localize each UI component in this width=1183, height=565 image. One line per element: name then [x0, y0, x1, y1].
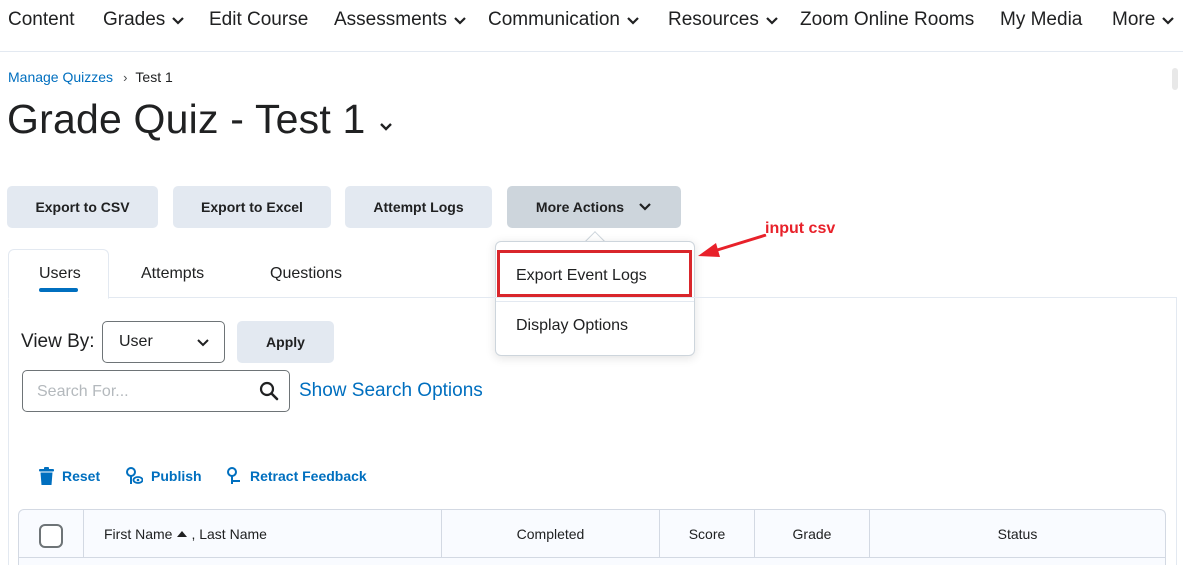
- column-header-name[interactable]: First Name , Last Name: [84, 510, 442, 558]
- apply-button[interactable]: Apply: [237, 321, 334, 363]
- column-header-score[interactable]: Score: [660, 510, 755, 558]
- nav-label: Resources: [668, 9, 759, 30]
- chevron-down-icon: [172, 17, 185, 25]
- select-value: User: [119, 333, 153, 350]
- view-by-select[interactable]: User: [102, 321, 225, 363]
- nav-zoom-online-rooms[interactable]: Zoom Online Rooms: [800, 9, 974, 31]
- nav-content[interactable]: Content: [8, 9, 75, 31]
- search-input[interactable]: [37, 381, 257, 403]
- column-label-last-name[interactable]: , Last Name: [191, 526, 266, 542]
- search-box: [22, 370, 290, 412]
- nav-edit-course[interactable]: Edit Course: [209, 9, 308, 31]
- nav-label: Assessments: [334, 9, 447, 30]
- nav-grades[interactable]: Grades: [103, 9, 185, 31]
- column-label-first-name[interactable]: First Name: [104, 526, 172, 542]
- export-to-excel-button[interactable]: Export to Excel: [173, 186, 331, 228]
- column-header-completed[interactable]: Completed: [442, 510, 660, 558]
- column-label: Status: [997, 526, 1038, 542]
- chevron-down-icon: [454, 17, 466, 25]
- nav-my-media[interactable]: My Media: [1000, 9, 1082, 31]
- page-title: Grade Quiz - Test 1: [7, 96, 366, 142]
- tab-users[interactable]: Users: [39, 265, 81, 283]
- more-actions-button[interactable]: More Actions: [507, 186, 681, 228]
- annotation-arrow-icon: [698, 233, 767, 257]
- column-label: Score: [688, 526, 726, 542]
- export-to-csv-button[interactable]: Export to CSV: [7, 186, 158, 228]
- button-label: Apply: [266, 334, 305, 350]
- nav-label: More: [1112, 9, 1156, 30]
- nav-assessments[interactable]: Assessments: [334, 9, 467, 31]
- retract-feedback-action[interactable]: Retract Feedback: [226, 467, 367, 485]
- column-header-status[interactable]: Status: [870, 510, 1165, 558]
- breadcrumb-current: Test 1: [135, 69, 173, 85]
- button-label: More Actions: [535, 199, 625, 215]
- tab-questions[interactable]: Questions: [270, 265, 342, 283]
- button-label: Export to Excel: [201, 199, 303, 215]
- reset-action[interactable]: Reset: [39, 467, 100, 485]
- nav-label: Communication: [488, 9, 620, 30]
- nav-label: Grades: [103, 9, 166, 30]
- publish-user-icon: [126, 467, 143, 484]
- button-label: Export to CSV: [35, 199, 130, 215]
- tab-attempts[interactable]: Attempts: [141, 265, 204, 283]
- view-by-label: View By:: [21, 331, 95, 352]
- breadcrumb: Manage Quizzes › Test 1: [8, 69, 173, 85]
- course-navbar: Content Grades Edit Course Assessments C…: [0, 0, 1183, 52]
- show-search-options-link[interactable]: Show Search Options: [299, 380, 483, 402]
- action-label: Reset: [62, 468, 101, 484]
- annotation-highlight-box: [497, 250, 692, 297]
- publish-action[interactable]: Publish: [125, 467, 202, 485]
- action-label: Retract Feedback: [250, 468, 367, 484]
- column-header-grade[interactable]: Grade: [755, 510, 870, 558]
- attempt-logs-button[interactable]: Attempt Logs: [345, 186, 492, 228]
- retract-user-icon: [227, 467, 240, 484]
- users-grade-table: First Name , Last Name Completed Score G…: [18, 509, 1166, 565]
- nav-communication[interactable]: Communication: [488, 9, 640, 31]
- chevron-down-icon: [766, 17, 778, 25]
- chevron-down-icon: [1162, 17, 1175, 25]
- table-header-border: [19, 557, 1165, 558]
- tab-active-indicator: [39, 288, 78, 292]
- select-all-checkbox[interactable]: [39, 524, 63, 548]
- breadcrumb-manage-quizzes[interactable]: Manage Quizzes: [8, 69, 113, 85]
- nav-more[interactable]: More: [1112, 9, 1175, 31]
- scrollbar[interactable]: [1172, 68, 1178, 90]
- chevron-down-icon: [627, 17, 639, 25]
- chevron-down-icon: [197, 339, 209, 347]
- nav-label: My Media: [1000, 9, 1083, 30]
- button-label: Attempt Logs: [373, 199, 464, 215]
- action-label: Publish: [151, 468, 202, 484]
- search-icon[interactable]: [259, 381, 279, 401]
- select-all-header: [19, 510, 84, 558]
- nav-label: Edit Course: [209, 9, 309, 30]
- column-label: Grade: [792, 526, 832, 542]
- trash-icon: [39, 467, 54, 485]
- nav-label: Content: [8, 9, 75, 30]
- sort-ascending-icon: [177, 531, 188, 537]
- nav-label: Zoom Online Rooms: [800, 9, 975, 30]
- title-context-menu-chevron-icon[interactable]: [377, 120, 395, 134]
- annotation-label: input csv: [765, 220, 836, 237]
- nav-resources[interactable]: Resources: [668, 9, 779, 31]
- column-label: Completed: [516, 526, 585, 542]
- breadcrumb-separator: ›: [123, 69, 128, 85]
- chevron-down-icon: [639, 203, 651, 211]
